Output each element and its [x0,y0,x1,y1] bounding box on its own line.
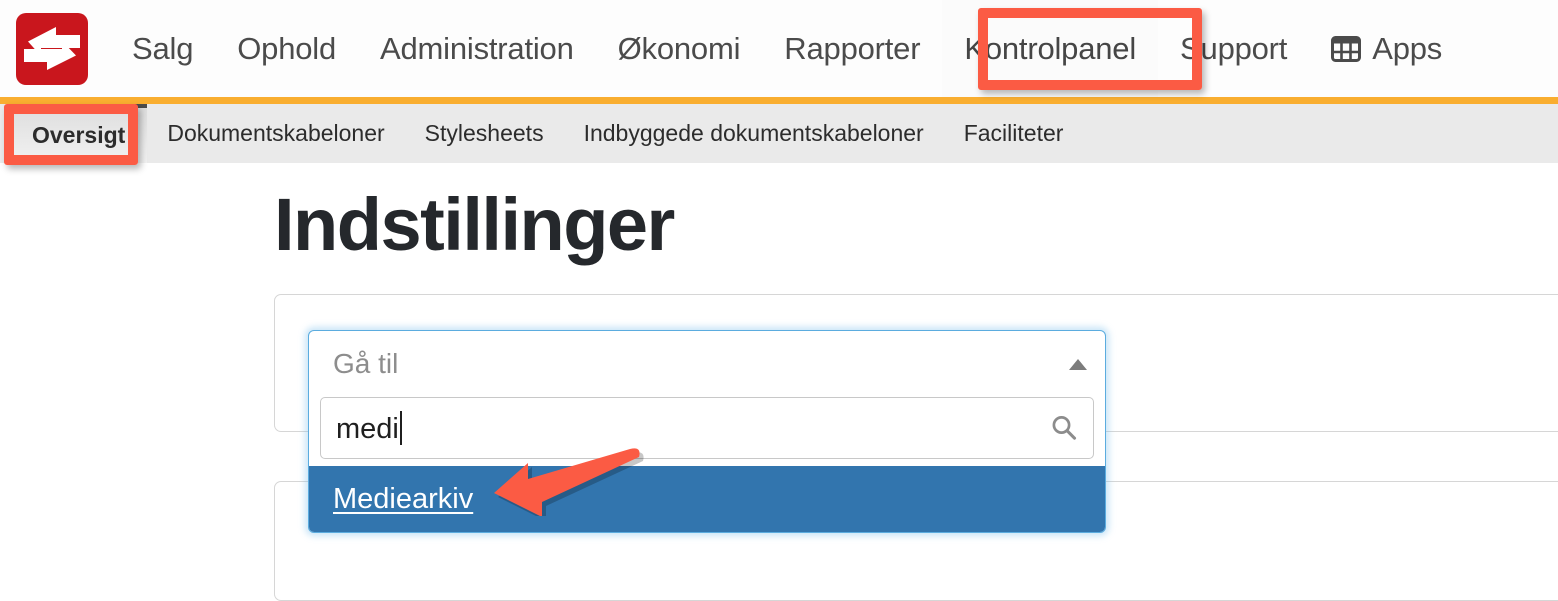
two-way-arrows-logo-icon [24,27,80,70]
tab-stylesheets[interactable]: Stylesheets [405,104,564,163]
app-logo[interactable] [16,13,88,85]
nav-item-kontrolpanel[interactable]: Kontrolpanel [942,0,1159,98]
nav-item-okonomi[interactable]: Økonomi [596,0,763,98]
page-title: Indstillinger [274,183,675,266]
goto-search-input-value[interactable]: medi [336,410,1049,446]
goto-search-input-text: medi [336,412,399,445]
nav-item-ophold[interactable]: Ophold [215,0,358,98]
search-icon[interactable] [1049,413,1079,443]
grid-apps-icon [1331,36,1362,62]
nav-item-rapporter[interactable]: Rapporter [762,0,942,98]
tab-dokumentskabeloner[interactable]: Dokumentskabeloner [147,104,404,163]
text-cursor [399,410,402,445]
goto-dropdown-display[interactable]: Gå til [309,331,1105,397]
accent-rule [0,97,1558,104]
dropdown-option-mediearkiv[interactable]: Mediearkiv [309,466,1105,532]
tab-oversigt[interactable]: Oversigt [10,104,148,163]
goto-dropdown-search-wrap: medi [309,397,1105,466]
goto-search-field[interactable]: medi [320,397,1094,459]
primary-navigation-bar: Salg Ophold Administration Økonomi Rappo… [0,0,1558,98]
dropdown-option-label: Mediearkiv [333,482,474,515]
chevron-up-icon[interactable] [1067,357,1089,371]
secondary-navigation-bar: Oversigt Dokumentskabeloner Stylesheets … [0,104,1558,163]
tab-faciliteter[interactable]: Faciliteter [944,104,1084,163]
tab-indbyggede-dokumentskabeloner[interactable]: Indbyggede dokumentskabeloner [564,104,944,163]
nav-item-support[interactable]: Support [1158,0,1309,98]
nav-item-apps[interactable]: Apps [1309,0,1460,98]
nav-item-administration[interactable]: Administration [358,0,596,98]
nav-item-apps-label: Apps [1372,31,1443,66]
goto-dropdown[interactable]: Gå til medi Mediearkiv [308,330,1106,533]
goto-dropdown-results: Mediearkiv [309,466,1105,532]
goto-dropdown-placeholder: Gå til [333,348,399,379]
nav-item-salg[interactable]: Salg [110,0,215,98]
